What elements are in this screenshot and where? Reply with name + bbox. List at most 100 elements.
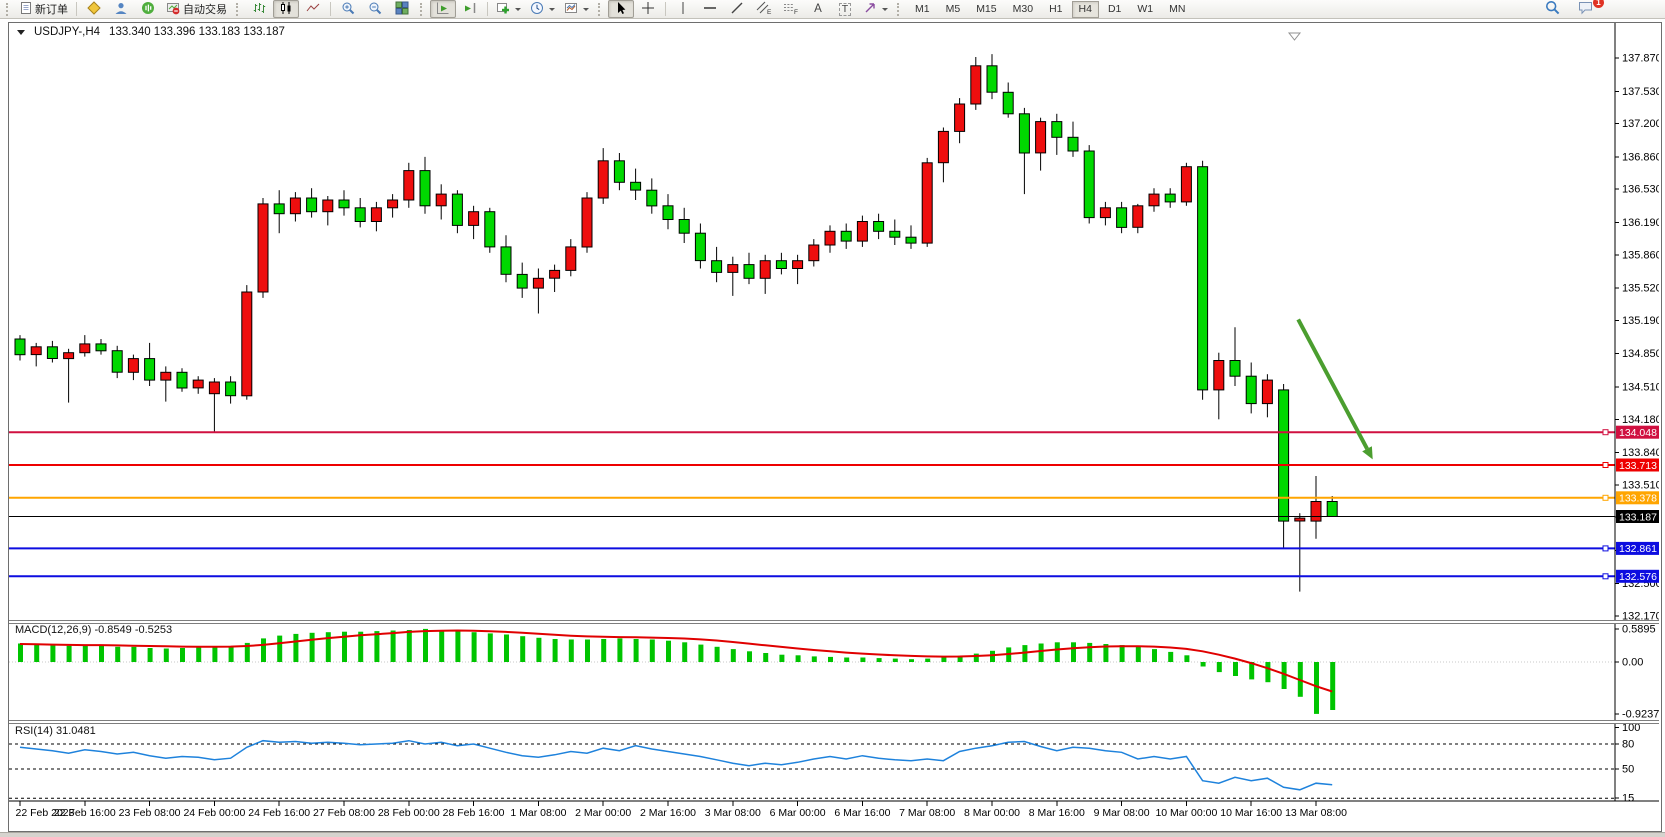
auto-trading-icon [166,1,180,18]
tile-windows-icon [395,1,409,18]
timeframe-m30[interactable]: M30 [1006,1,1040,18]
chat-button[interactable]: 1 [1573,0,1599,18]
cursor-icon [614,1,628,18]
market-watch-button[interactable] [81,0,107,18]
timeframe-d1[interactable]: D1 [1101,1,1128,18]
candle [533,278,543,288]
timeframe-m1[interactable]: M1 [908,1,937,18]
candle [1295,518,1305,521]
macd-bar [455,631,460,662]
candle [1100,208,1110,218]
macd-bar [925,659,930,662]
sound-button[interactable] [135,0,161,18]
pane-separator[interactable] [9,720,1659,724]
candle [987,66,997,92]
timeframe-h1[interactable]: H1 [1042,1,1069,18]
crosshair-button[interactable] [635,0,661,18]
candlestick-chart-button[interactable] [273,0,299,18]
zoom-in-button[interactable] [335,0,361,18]
timeframe-m15[interactable]: M15 [969,1,1003,18]
data-window-button[interactable] [108,0,134,18]
macd-bar [1168,652,1173,662]
line-handle[interactable] [1603,495,1608,500]
timeframe-m5[interactable]: M5 [939,1,968,18]
macd-bar [212,647,217,662]
candle [47,347,57,359]
new-order-button[interactable]: 新订单 [16,0,72,18]
price-axis[interactable] [1615,23,1659,801]
arrow-annotation[interactable] [1298,319,1367,448]
candle [64,353,74,359]
candle [1246,376,1256,403]
bar-chart-button[interactable] [246,0,272,18]
search-button[interactable] [1539,0,1565,18]
trendline-button[interactable] [724,0,750,18]
new-chart-button[interactable] [492,0,525,18]
auto-scroll-button[interactable] [430,0,456,18]
line-handle[interactable] [1603,574,1608,579]
tile-windows-button[interactable] [389,0,415,18]
candle [436,194,446,206]
templates-button[interactable] [560,0,593,18]
chart-canvas[interactable]: 137.870137.530137.200136.860136.530136.1… [9,23,1659,829]
candle [15,339,25,355]
candle [1262,380,1272,404]
pane-separator[interactable] [9,620,1659,624]
shift-chart-button[interactable] [457,0,483,18]
macd-bar [293,634,298,662]
candle [1133,206,1143,228]
macd-bar [504,635,509,663]
text-label-button[interactable]: T [832,0,858,18]
auto-trading-label: 自动交易 [183,1,227,17]
candle [1084,151,1094,218]
timeframe-mn[interactable]: MN [1162,1,1192,18]
macd-bar [180,648,185,662]
candle [128,359,138,373]
candle [793,261,803,269]
equidistant-channel-button[interactable]: E [751,0,777,18]
candle [906,237,916,243]
candle [242,292,252,396]
candle [1019,114,1029,153]
candle [1181,167,1191,202]
channel-icon: E [756,1,772,18]
candlestick-icon [279,1,293,18]
candle [1279,390,1289,521]
timeframe-h4[interactable]: H4 [1072,1,1099,18]
chevron-down-icon [549,8,555,11]
new-order-label: 新订单 [35,1,68,17]
timeframe-group: M1M5M15M30H1H4D1W1MN [907,1,1193,18]
time-axis[interactable] [9,801,1659,829]
candle [631,182,641,190]
line-handle[interactable] [1603,546,1608,551]
vertical-line-button[interactable] [670,0,696,18]
cursor-button[interactable] [608,0,634,18]
line-chart-button[interactable] [300,0,326,18]
macd-bar [828,657,833,662]
separator [487,2,488,16]
arrow-objects-button[interactable] [859,0,892,18]
candle [955,104,965,131]
candle [177,372,187,388]
macd-label: MACD(12,26,9) -0.8549 -0.5253 [15,624,172,636]
candle [663,206,673,220]
macd-bar [1120,645,1125,662]
chart-shift-marker[interactable] [1289,33,1300,40]
horizontal-line-button[interactable] [697,0,723,18]
line-handle[interactable] [1603,463,1608,468]
collapse-icon[interactable] [17,30,25,35]
timeframe-w1[interactable]: W1 [1130,1,1160,18]
candle [760,261,770,279]
periods-button[interactable] [526,0,559,18]
macd-bar [423,629,428,662]
candle [1003,92,1013,114]
text-button[interactable]: A [805,0,831,18]
macd-bar [326,632,331,662]
auto-trading-button[interactable]: 自动交易 [162,0,231,18]
fibonacci-button[interactable]: F [778,0,804,18]
candle [274,204,284,214]
line-handle[interactable] [1603,430,1608,435]
zoom-out-button[interactable] [362,0,388,18]
candle [922,163,932,243]
template-icon [564,1,578,18]
